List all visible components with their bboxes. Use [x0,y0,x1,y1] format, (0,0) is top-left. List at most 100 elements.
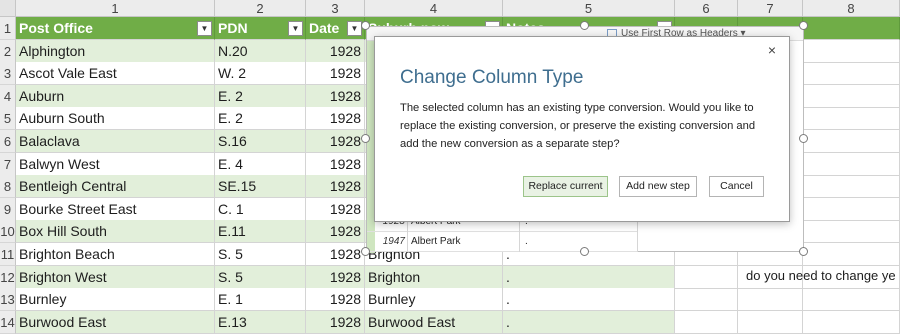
cell-post-office[interactable]: Burwood East [16,310,215,334]
empty-cell[interactable] [803,152,900,176]
cell-post-office[interactable]: Balaclava [16,130,215,153]
row-number[interactable]: 9 [0,197,16,221]
table-header-cell[interactable]: Post Office ▼ [16,17,215,40]
cell-post-office[interactable]: Auburn South [16,107,215,131]
cell-date[interactable]: 1928 [306,130,365,153]
row-number[interactable]: 1 [0,17,16,40]
filter-dropdown-icon[interactable]: ▼ [347,21,362,36]
cell-post-office[interactable]: Brighton Beach [16,243,215,266]
resize-handle[interactable] [580,247,589,256]
row-number[interactable]: 12 [0,265,16,289]
resize-handle[interactable] [361,21,370,30]
cell-pdn[interactable]: E.11 [215,220,306,244]
cell-date[interactable]: 1928 [306,175,365,199]
row-number[interactable]: 8 [0,175,16,199]
cell-post-office[interactable]: Burnley [16,288,215,312]
cell-pdn[interactable]: E. 4 [215,152,306,176]
empty-cell[interactable] [675,265,738,289]
cell-date[interactable]: 1928 [306,243,365,266]
table-header-cell[interactable]: PDN ▼ [215,17,306,40]
filter-dropdown-icon[interactable]: ▼ [288,21,303,36]
close-icon[interactable]: × [765,42,779,58]
row-number[interactable]: 2 [0,39,16,63]
empty-cell[interactable] [803,243,900,266]
cell-post-office[interactable]: Bourke Street East [16,197,215,221]
cell-pdn[interactable]: S. 5 [215,243,306,266]
column-header[interactable]: 4 [365,0,503,17]
cell-date[interactable]: 1928 [306,288,365,312]
row-number[interactable]: 7 [0,152,16,176]
cell-pdn[interactable]: N.20 [215,39,306,63]
column-header[interactable]: 7 [738,0,803,17]
select-all-corner[interactable] [0,0,16,17]
cell-notes[interactable]: . [503,288,675,312]
column-header[interactable]: 6 [675,0,738,17]
cell-post-office[interactable]: Alphington [16,39,215,63]
cell-post-office[interactable]: Bentleigh Central [16,175,215,199]
cell-pdn[interactable]: S. 5 [215,265,306,289]
resize-handle[interactable] [799,247,808,256]
cell-date[interactable]: 1928 [306,84,365,108]
cell-suburb[interactable]: Burnley [365,288,503,312]
column-header[interactable]: 8 [803,0,900,17]
cell-date[interactable]: 1928 [306,62,365,86]
cell-post-office[interactable]: Box Hill South [16,220,215,244]
cell-pdn[interactable]: E. 2 [215,84,306,108]
row-number[interactable]: 11 [0,243,16,266]
empty-cell[interactable] [803,288,900,312]
empty-cell[interactable] [803,310,900,334]
resize-handle[interactable] [799,134,808,143]
empty-cell[interactable] [803,130,900,153]
empty-cell[interactable] [803,39,900,63]
cell-suburb[interactable]: Burwood East [365,310,503,334]
resize-handle[interactable] [361,247,370,256]
cell-pdn[interactable]: SE.15 [215,175,306,199]
row-number[interactable]: 5 [0,107,16,131]
empty-cell[interactable] [738,310,803,334]
filter-dropdown-icon[interactable]: ▼ [197,21,212,36]
cell-suburb[interactable]: Brighton [365,265,503,289]
cell-date[interactable]: 1928 [306,197,365,221]
empty-cell[interactable] [675,310,738,334]
cell-date[interactable]: 1928 [306,152,365,176]
cell-notes[interactable]: . [503,265,675,289]
column-header[interactable]: 5 [503,0,675,17]
resize-handle[interactable] [361,134,370,143]
cell-date[interactable]: 1928 [306,310,365,334]
row-number[interactable]: 4 [0,84,16,108]
add-new-step-button[interactable]: Add new step [619,176,697,197]
row-number[interactable]: 14 [0,310,16,334]
cell-date[interactable]: 1928 [306,107,365,131]
table-header-cell[interactable]: Date ▼ [306,17,365,40]
empty-cell[interactable] [803,197,900,221]
cell-post-office[interactable]: Ascot Vale East [16,62,215,86]
empty-cell[interactable] [803,62,900,86]
row-number[interactable]: 6 [0,130,16,153]
cell-notes[interactable]: . [503,310,675,334]
row-number[interactable]: 3 [0,62,16,86]
empty-cell[interactable] [803,84,900,108]
resize-handle[interactable] [580,21,589,30]
empty-cell[interactable] [803,220,900,244]
cell-pdn[interactable]: C. 1 [215,197,306,221]
column-header[interactable]: 1 [16,0,215,17]
empty-cell[interactable] [803,175,900,199]
cell-pdn[interactable]: E. 1 [215,288,306,312]
cell-date[interactable]: 1928 [306,220,365,244]
cell-pdn[interactable]: W. 2 [215,62,306,86]
empty-cell[interactable] [675,288,738,312]
cell-post-office[interactable]: Auburn [16,84,215,108]
cell-pdn[interactable]: E.13 [215,310,306,334]
empty-cell[interactable] [803,107,900,131]
cell-pdn[interactable]: E. 2 [215,107,306,131]
empty-cell[interactable] [803,17,900,40]
row-number[interactable]: 13 [0,288,16,312]
cancel-button[interactable]: Cancel [709,176,764,197]
cell-post-office[interactable]: Balwyn West [16,152,215,176]
cell-post-office[interactable]: Brighton West [16,265,215,289]
replace-current-button[interactable]: Replace current [523,176,608,197]
column-header[interactable]: 2 [215,0,306,17]
row-number[interactable]: 10 [0,220,16,244]
cell-date[interactable]: 1928 [306,265,365,289]
empty-cell[interactable] [738,288,803,312]
